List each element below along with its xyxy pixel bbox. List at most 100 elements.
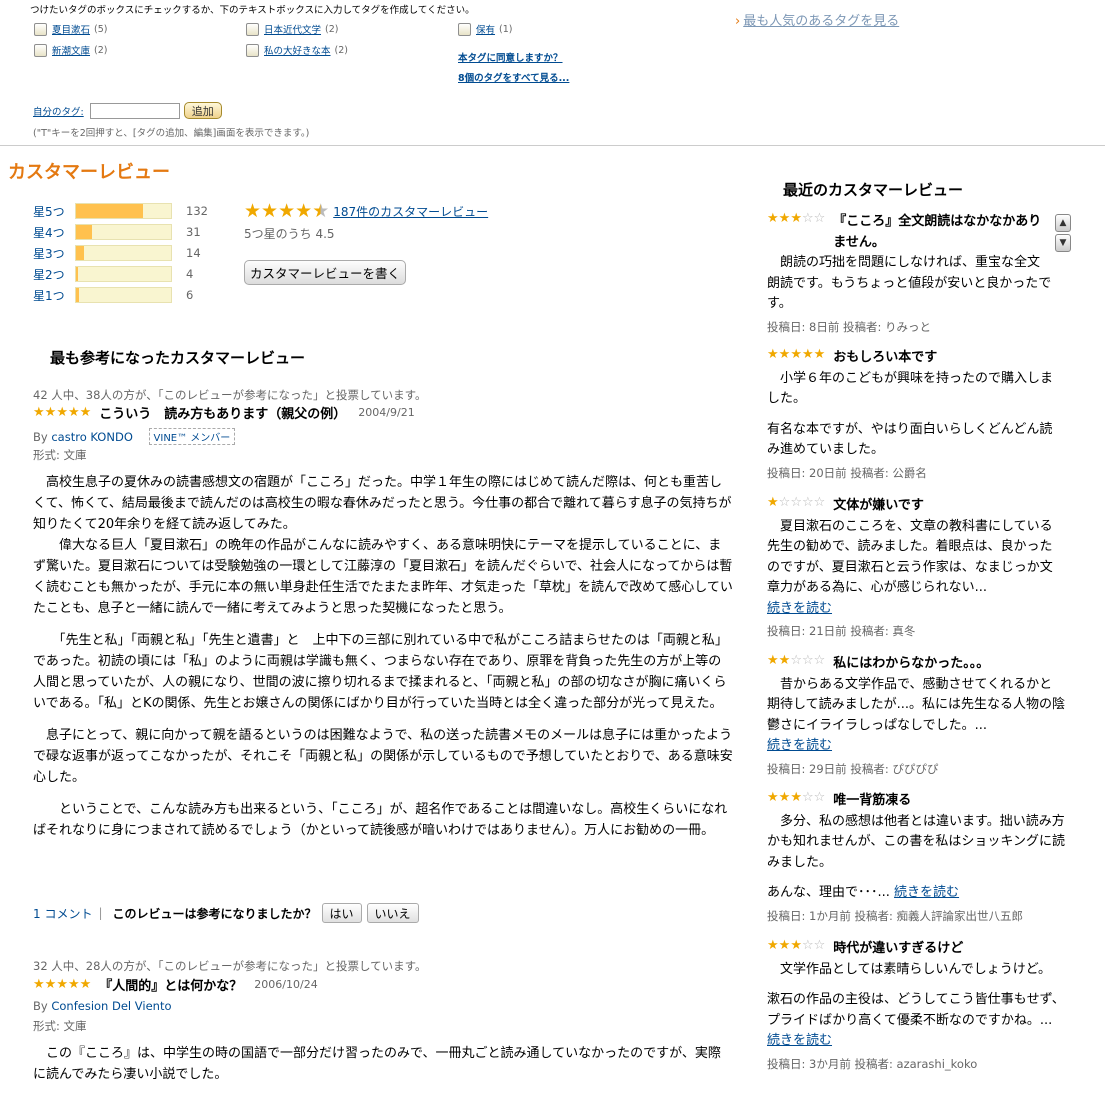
recent-review: ★ ★ ☆ ☆ ☆ 私にはわからなかった。。。 昔からある文学作品で、感動させてくれるかと… [767, 654, 1065, 778]
review-stars: ★ ★ ★ ★ ★ [767, 348, 825, 361]
write-review-button[interactable]: カスタマーレビューを書く [244, 260, 406, 285]
recent-review: ★ ★ ★ ★ ★ おもしろい本です 小学６年のこどもが興味を持ったので購入しました。 有… [767, 348, 1065, 482]
star-icon: ★ [767, 790, 779, 805]
star-icon: ★ [33, 405, 45, 420]
tag-item-natsume[interactable]: 夏目漱石 (5) [34, 22, 107, 36]
read-more-link[interactable]: 続きを読む [894, 885, 959, 900]
star-icon: ☆ [778, 495, 791, 510]
recent-review: ★ ★ ★ ☆ ☆ 時代が違いすぎるけど 文学作品としては素晴らしいんでしょうけど。 漱石… [767, 939, 1065, 1073]
divider [0, 145, 1105, 146]
review-author-link[interactable]: castro KONDO [51, 430, 133, 444]
my-tag-label[interactable]: 自分のタグ: [33, 104, 84, 118]
recent-review-title: 『こころ』全文朗読はなかなかありません。 [833, 214, 1042, 250]
recent-review-title: 私にはわからなかった。。。 [833, 656, 990, 671]
read-more-link[interactable]: 続きを読む [767, 736, 1065, 757]
histogram-row[interactable]: 星2つ 4 [33, 266, 193, 282]
my-tag-row: 自分のタグ: 追加 [33, 102, 222, 119]
histogram-label[interactable]: 星5つ [33, 203, 75, 220]
helpful-yes-button[interactable]: はい [321, 903, 362, 923]
helpful-question: このレビューは参考になりましたか？ [112, 906, 317, 921]
recent-review-body: 昔からある文学作品で、感動させてくれるかと期待して読みましたが...。私には先生… [767, 676, 1066, 733]
tag-item-shincho[interactable]: 新潮文庫 (2) [34, 43, 107, 57]
histogram-bar[interactable] [75, 245, 172, 261]
histogram-bar[interactable] [75, 287, 172, 303]
by-prefix: By [33, 999, 48, 1013]
read-more-link[interactable]: 続きを読む [767, 599, 1065, 620]
tag-checkbox[interactable] [246, 22, 259, 36]
add-tag-button[interactable]: 追加 [183, 102, 222, 119]
agree-tags-link[interactable]: 本タグに同意しますか？ [458, 50, 563, 64]
review-title: 『人間的』とは何かな？ [99, 979, 243, 994]
star-icon: ☆ [801, 653, 814, 668]
average-stars: ★ ★ ★ ★ ★ [244, 202, 329, 221]
tag-label[interactable]: 日本近代文学 [264, 22, 321, 36]
recent-review-body: 多分、私の感想は他者とは違います。拙い読み方かも知れませんが、この書を私はショッ… [767, 813, 1065, 870]
tag-label[interactable]: 夏目漱石 [52, 22, 90, 36]
recent-review-body: 漱石の作品の主役は、どうしてこう皆仕事もせず、プライドばかり高くて優柔不断なので… [767, 992, 1065, 1028]
comments-link[interactable]: 1 コメント [33, 905, 92, 922]
recent-scroll[interactable]: ▲ ▼ [1055, 214, 1071, 252]
star-icon: ☆ [813, 211, 826, 226]
average-rating: 5つ星のうち 4.5 [244, 227, 335, 241]
star-icon: ★ [778, 938, 791, 953]
tag-label[interactable]: 私の大好きな本 [264, 43, 331, 57]
star-icon: ★ [767, 495, 779, 510]
star-icon: ★ [44, 977, 57, 992]
helpful-no-button[interactable]: いいえ [366, 903, 419, 923]
tag-item-hoyu[interactable]: 保有 (1) [458, 22, 512, 36]
recent-review-title: おもしろい本です [833, 350, 938, 365]
tag-checkbox[interactable] [34, 22, 47, 36]
star-icon: ☆ [790, 495, 802, 510]
star-icon: ★ [767, 347, 779, 362]
tag-checkbox[interactable] [34, 43, 47, 57]
see-all-tags-link[interactable]: 8個のタグをすべて見る... [458, 70, 569, 84]
histogram-bar[interactable] [75, 266, 172, 282]
histogram-bar-fill [76, 267, 78, 281]
histogram-row[interactable]: 星5つ 132 [33, 203, 208, 219]
histogram-label[interactable]: 星2つ [33, 266, 75, 283]
histogram-row[interactable]: 星4つ 31 [33, 224, 201, 240]
review-count-link[interactable]: 187件のカスタマーレビュー [333, 203, 488, 220]
star-icon: ☆ [813, 790, 826, 805]
my-tag-input[interactable] [89, 102, 180, 119]
most-helpful-title: 最も参考になったカスタマーレビュー [50, 349, 306, 367]
tag-count: (2) [94, 44, 108, 56]
review-stars: ★ ★ ★ ★ ★ [33, 978, 91, 991]
histogram-label[interactable]: 星1つ [33, 287, 75, 304]
tag-count: (2) [334, 44, 348, 56]
histogram-label[interactable]: 星4つ [33, 224, 75, 241]
review-2-format: 形式: 文庫 [33, 1019, 87, 1033]
tag-checkbox[interactable] [246, 43, 259, 57]
scroll-up-icon[interactable]: ▲ [1055, 214, 1071, 232]
tag-label[interactable]: 新潮文庫 [52, 43, 90, 57]
review-1-title-row: ★ ★ ★ ★ ★ こういう 読み方もあります（親父の例） 2004/9/21 [33, 403, 415, 422]
popular-tags-label[interactable]: 最も人気のあるタグを見る [743, 14, 899, 29]
popular-tags-link[interactable]: › 最も人気のあるタグを見る [735, 10, 899, 29]
star-icon: ★ [295, 200, 313, 222]
histogram-count: 6 [186, 288, 194, 302]
histogram-row[interactable]: 星1つ 6 [33, 287, 193, 303]
recent-review-meta: 投稿日: 1か月前 投稿者: 痴義人評論家出世八五郎 [767, 908, 1024, 923]
tag-label[interactable]: 保有 [476, 22, 495, 36]
histogram-label[interactable]: 星3つ [33, 245, 75, 262]
read-more-link[interactable]: 続きを読む [767, 1033, 832, 1048]
review-paragraph: 息子にとって、親に向かって親を語るというのは困難なようで、私の送った読書メモのメ… [33, 728, 733, 785]
histogram-bar[interactable] [75, 203, 172, 219]
recent-review-meta: 投稿日: 29日前 投稿者: ぴぴぴぴ [767, 761, 939, 776]
histogram-bar[interactable] [75, 224, 172, 240]
recent-review: ★ ☆ ☆ ☆ ☆ 文体が嫌いです 夏目漱石のこころを、文章の教科書にしている先生の勧めで… [767, 496, 1065, 640]
review-author-link[interactable]: Confesion Del Viento [51, 999, 171, 1013]
histogram-row[interactable]: 星3つ 14 [33, 245, 201, 261]
star-icon: ☆ [790, 653, 802, 668]
histogram-count: 4 [186, 267, 194, 281]
histogram-count: 14 [186, 246, 201, 260]
scroll-down-icon[interactable]: ▼ [1055, 234, 1071, 252]
tag-item-kindai[interactable]: 日本近代文学 (2) [246, 22, 338, 36]
star-icon: ★ [813, 347, 826, 362]
review-date: 2006/10/24 [254, 978, 318, 991]
histogram-count: 31 [186, 225, 201, 239]
vine-badge[interactable]: VINE™ メンバー [148, 428, 236, 445]
star-icon: ☆ [801, 938, 814, 953]
tag-checkbox[interactable] [458, 22, 471, 36]
tag-item-daisuki[interactable]: 私の大好きな本 (2) [246, 43, 348, 57]
